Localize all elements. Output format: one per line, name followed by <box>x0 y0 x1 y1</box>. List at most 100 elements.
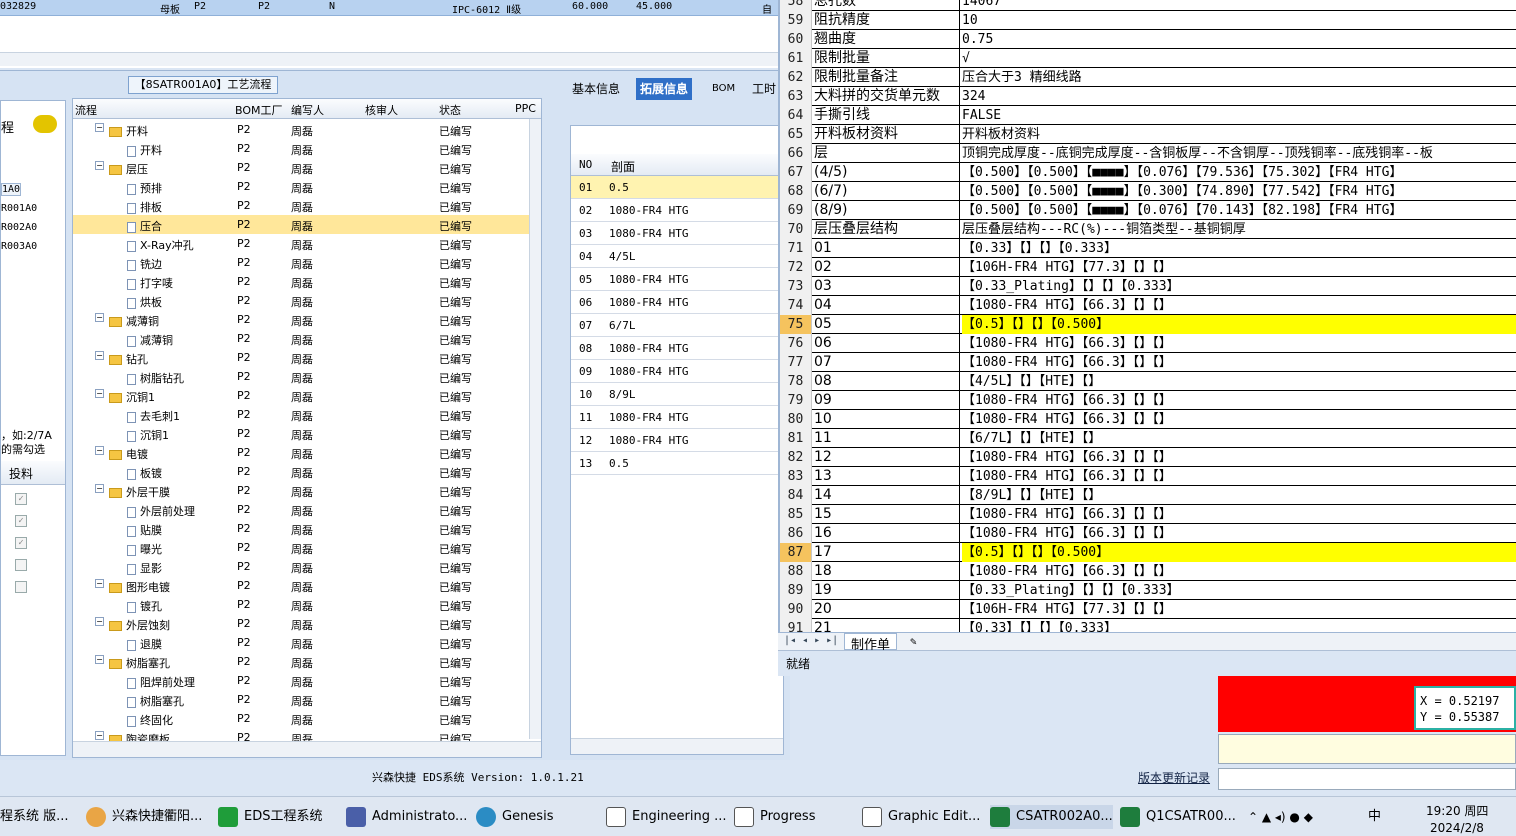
cell-a[interactable]: 05 <box>814 315 960 334</box>
task-item-2[interactable]: 兴森快捷衢阳... <box>86 805 202 829</box>
col-ppc[interactable]: PPC <box>515 102 536 115</box>
row-number[interactable]: 87 <box>780 543 812 562</box>
row-number[interactable]: 90 <box>780 600 812 619</box>
task-item-3[interactable]: EDS工程系统 <box>218 805 322 829</box>
row-number[interactable]: 81 <box>780 429 812 448</box>
row-number[interactable]: 73 <box>780 277 812 296</box>
side-item-4[interactable]: R003A0 <box>1 241 37 252</box>
row-number[interactable]: 58 <box>780 0 812 11</box>
sheet-row[interactable]: 87 17 【0.5】【】【】【0.500】 <box>780 543 1516 562</box>
check-4[interactable] <box>15 559 27 571</box>
tab-extended-info[interactable]: 拓展信息 <box>636 78 693 100</box>
row-number[interactable]: 86 <box>780 524 812 543</box>
col-status[interactable]: 状态 <box>439 102 461 118</box>
row-number[interactable]: 66 <box>780 144 812 163</box>
row-number[interactable]: 67 <box>780 163 812 182</box>
task-item-4[interactable]: Administrato... <box>346 805 467 829</box>
row-number[interactable]: 80 <box>780 410 812 429</box>
tree-row[interactable]: 板镀 P2 周磊 已编写 <box>73 462 539 481</box>
section-row[interactable]: 13 0.5 <box>571 452 783 475</box>
tree-row[interactable]: 沉铜1 P2 周磊 已编写 <box>73 424 539 443</box>
cell-b[interactable]: 【1080-FR4 HTG】【66.3】【】【】 <box>962 410 1516 429</box>
cell-b[interactable]: 【1080-FR4 HTG】【66.3】【】【】 <box>962 391 1516 410</box>
tree-row[interactable]: 去毛刺1 P2 周磊 已编写 <box>73 405 539 424</box>
cell-a[interactable]: 15 <box>814 505 960 524</box>
tree-row[interactable]: 外层前处理 P2 周磊 已编写 <box>73 500 539 519</box>
row-number[interactable]: 62 <box>780 68 812 87</box>
sheet-row[interactable]: 69 (8/9) 【0.500】【0.500】【■■■■】【0.076】【70.14… <box>780 201 1516 220</box>
cell-b[interactable]: 10 <box>962 11 1516 30</box>
tab-bom[interactable]: BOM <box>708 78 739 100</box>
tree-row[interactable]: 打字唛 P2 周磊 已编写 <box>73 272 539 291</box>
check-1[interactable]: ✓ <box>15 493 27 505</box>
tree-row[interactable]: 曝光 P2 周磊 已编写 <box>73 538 539 557</box>
row-number[interactable]: 77 <box>780 353 812 372</box>
collapse-icon[interactable]: − <box>95 484 104 493</box>
side-item-2[interactable]: R001A0 <box>1 203 37 214</box>
cell-a[interactable]: 03 <box>814 277 960 296</box>
sheet-row[interactable]: 71 01 【0.33】【】【】【0.333】 <box>780 239 1516 258</box>
cell-a[interactable]: 09 <box>814 391 960 410</box>
sheet-row[interactable]: 88 18 【1080-FR4 HTG】【66.3】【】【】 <box>780 562 1516 581</box>
sheet-row[interactable]: 82 12 【1080-FR4 HTG】【66.3】【】【】 <box>780 448 1516 467</box>
cell-b[interactable]: 【106H-FR4 HTG】【77.3】【】【】 <box>962 258 1516 277</box>
cell-a[interactable]: 18 <box>814 562 960 581</box>
collapse-icon[interactable]: − <box>95 579 104 588</box>
row-number[interactable]: 61 <box>780 49 812 68</box>
tree-row[interactable]: 显影 P2 周磊 已编写 <box>73 557 539 576</box>
task-item-5[interactable]: Genesis <box>476 805 553 829</box>
cell-a[interactable]: 开料板材资料 <box>814 125 960 144</box>
cell-b[interactable]: 【0.33_Plating】【】【】【0.333】 <box>962 581 1516 600</box>
sheet-nav-icon[interactable]: |◂ ◂ ▸ ▸| <box>784 635 838 646</box>
section-row[interactable]: 10 8/9L <box>571 383 783 406</box>
cell-b[interactable]: 【1080-FR4 HTG】【66.3】【】【】 <box>962 353 1516 372</box>
ime-indicator[interactable]: 中 <box>1368 805 1381 829</box>
task-item-8[interactable]: Graphic Edit... <box>862 805 980 829</box>
row-number[interactable]: 69 <box>780 201 812 220</box>
row-number[interactable]: 72 <box>780 258 812 277</box>
task-item-9[interactable]: CSATR002A0... <box>990 805 1113 829</box>
sheet-row[interactable]: 62 限制批量备注 压合大于3 精细线路 <box>780 68 1516 87</box>
tree-row[interactable]: − 沉铜1 P2 周磊 已编写 <box>73 386 539 405</box>
row-number[interactable]: 74 <box>780 296 812 315</box>
cell-b[interactable]: 【0.500】【0.500】【■■■■】【0.076】【70.143】【82.1… <box>962 201 1516 220</box>
sheet-row[interactable]: 89 19 【0.33_Plating】【】【】【0.333】 <box>780 581 1516 600</box>
cell-b[interactable]: 【0.33】【】【】【0.333】 <box>962 239 1516 258</box>
row-number[interactable]: 82 <box>780 448 812 467</box>
tab-hours[interactable]: 工时 <box>748 78 780 100</box>
cell-a[interactable]: 01 <box>814 239 960 258</box>
sheet-row[interactable]: 78 08 【4/5L】【】【HTE】【】 <box>780 372 1516 391</box>
tree-horizontal-scrollbar[interactable] <box>73 741 541 757</box>
tab-basic-info[interactable]: 基本信息 <box>568 78 624 100</box>
cell-a[interactable]: (8/9) <box>814 201 960 220</box>
cell-b[interactable]: FALSE <box>962 106 1516 125</box>
tree-row[interactable]: 贴膜 P2 周磊 已编写 <box>73 519 539 538</box>
cell-b[interactable]: 【1080-FR4 HTG】【66.3】【】【】 <box>962 524 1516 543</box>
section-row[interactable]: 09 1080-FR4 HTG <box>571 360 783 383</box>
cell-b[interactable]: 【106H-FR4 HTG】【77.3】【】【】 <box>962 600 1516 619</box>
tree-row[interactable]: − 外层干膜 P2 周磊 已编写 <box>73 481 539 500</box>
cell-a[interactable]: 06 <box>814 334 960 353</box>
new-sheet-icon[interactable]: ✎ <box>910 635 917 648</box>
cell-b[interactable]: 顶铜完成厚度--底铜完成厚度--含铜板厚--不含铜厚--顶残铜率--底残铜率--… <box>962 144 1516 163</box>
collapse-icon[interactable]: − <box>95 161 104 170</box>
collapse-icon[interactable]: − <box>95 655 104 664</box>
tree-row[interactable]: 烘板 P2 周磊 已编写 <box>73 291 539 310</box>
tree-row[interactable]: 树脂钻孔 P2 周磊 已编写 <box>73 367 539 386</box>
row-number[interactable]: 89 <box>780 581 812 600</box>
row-number[interactable]: 88 <box>780 562 812 581</box>
tree-row[interactable]: − 开料 P2 周磊 已编写 <box>73 120 539 139</box>
row-number[interactable]: 76 <box>780 334 812 353</box>
col-bom[interactable]: BOM工厂 <box>235 102 283 118</box>
sheet-row[interactable]: 84 14 【8/9L】【】【HTE】【】 <box>780 486 1516 505</box>
cell-b[interactable]: 【0.33_Plating】【】【】【0.333】 <box>962 277 1516 296</box>
section-row[interactable]: 01 0.5 <box>571 176 783 199</box>
cell-b[interactable]: 【0.5】【】【】【0.500】 <box>962 543 1516 562</box>
cell-a[interactable]: 手撕引线 <box>814 106 960 125</box>
row-number[interactable]: 85 <box>780 505 812 524</box>
cell-b[interactable]: 层压叠层结构---RC(%)---铜箔类型--基铜铜厚 <box>962 220 1516 239</box>
collapse-icon[interactable]: − <box>95 351 104 360</box>
tree-vertical-scrollbar[interactable] <box>529 119 541 739</box>
cell-a[interactable]: (4/5) <box>814 163 960 182</box>
row-number[interactable]: 68 <box>780 182 812 201</box>
